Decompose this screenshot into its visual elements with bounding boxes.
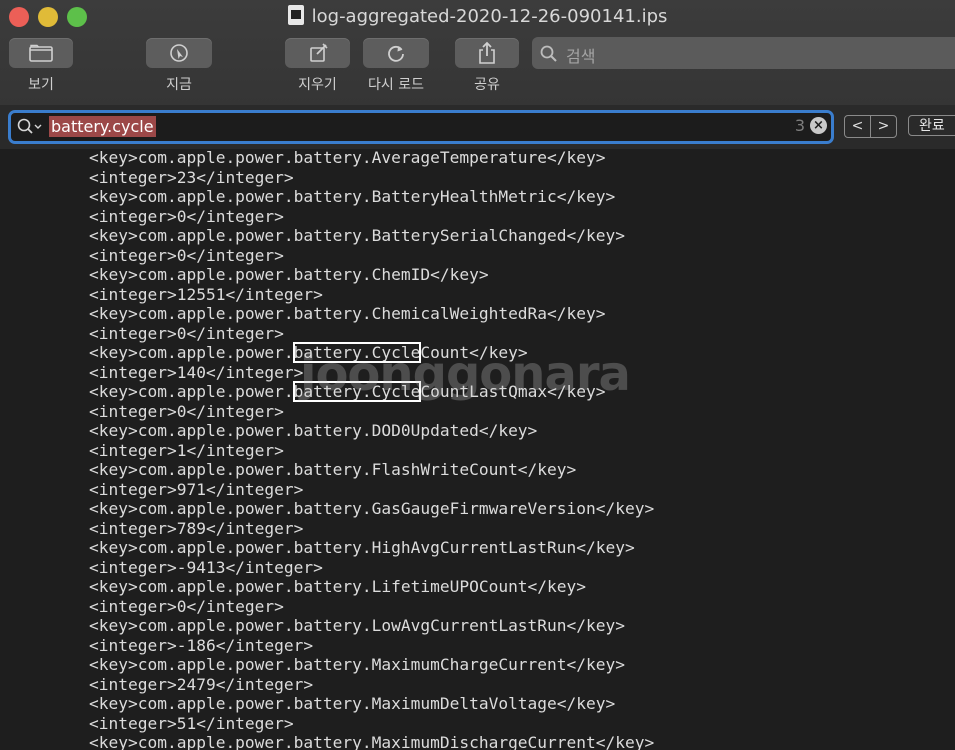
log-line: <integer>2479</integer>: [89, 674, 314, 694]
search-icon: [540, 45, 557, 62]
done-button[interactable]: 완료: [908, 115, 955, 136]
log-line: <key>com.apple.power.battery.MaximumChar…: [89, 655, 626, 674]
log-line: <integer>-186</integer>: [89, 635, 314, 655]
watermark: joonggonara: [300, 346, 631, 402]
log-line: <integer>0</integer>: [89, 245, 284, 265]
find-input[interactable]: battery.cycle 3 ×: [8, 110, 834, 144]
match-count: 3: [794, 116, 805, 135]
next-match-button[interactable]: >: [871, 116, 896, 137]
document-icon: [287, 5, 304, 25]
clear-log-icon: [309, 43, 328, 62]
log-line: <key>com.apple.power.battery.BatterySeri…: [89, 226, 626, 245]
toolbar-search-field[interactable]: 검색: [532, 37, 955, 69]
sidebar-folder-icon: [29, 44, 53, 62]
log-line: <key>com.apple.power.battery.GasGaugeFir…: [89, 499, 655, 518]
log-line: <integer>51</integer>: [89, 713, 294, 733]
log-line: <key>com.apple.power.battery.LifetimeUPO…: [89, 577, 587, 596]
log-line: <integer>12551</integer>: [89, 284, 323, 304]
view-label: 보기: [28, 77, 54, 93]
log-line: <integer>789</integer>: [89, 518, 304, 538]
find-query-text: battery.cycle: [49, 116, 156, 137]
search-placeholder: 검색: [566, 47, 596, 66]
log-line: <key>com.apple.power.battery.ChemID</key…: [89, 265, 489, 284]
clear-label: 지우기: [298, 77, 337, 93]
share-label: 공유: [474, 77, 500, 93]
previous-match-button[interactable]: <: [845, 116, 871, 137]
log-line: <integer>23</integer>: [89, 167, 294, 187]
log-line: <key>com.apple.power.battery.FlashWriteC…: [89, 460, 577, 479]
log-line: <integer>1</integer>: [89, 440, 284, 460]
log-line: <key>com.apple.power.battery.HighAvgCurr…: [89, 538, 635, 557]
log-line: <integer>0</integer>: [89, 401, 284, 421]
log-line: <key>com.apple.power.battery.DOD0Updated…: [89, 421, 538, 440]
find-options-search-icon[interactable]: [17, 118, 43, 136]
jump-to-now-icon: [170, 44, 188, 62]
log-line-prefix: <key>com.apple.power.: [89, 382, 294, 401]
log-line: <integer>971</integer>: [89, 479, 304, 499]
log-line: <key>com.apple.power.battery.MaximumDisc…: [89, 733, 655, 750]
log-line-prefix: <key>com.apple.power.: [89, 343, 294, 362]
clear-find-icon[interactable]: ×: [810, 117, 827, 134]
reload-icon: [388, 45, 404, 62]
reload-button[interactable]: [363, 38, 429, 68]
log-text-view[interactable]: <key>com.apple.power.battery.AverageTemp…: [0, 149, 955, 750]
now-label: 지금: [166, 77, 192, 93]
share-button[interactable]: [455, 38, 519, 68]
share-icon: [479, 41, 495, 64]
now-button[interactable]: [146, 38, 212, 68]
clear-button[interactable]: [285, 38, 350, 68]
log-line: <key>com.apple.power.battery.ChemicalWei…: [89, 304, 606, 323]
log-line: <integer>140</integer>: [89, 362, 304, 382]
log-line: <key>com.apple.power.battery.BatteryHeal…: [89, 187, 616, 206]
log-line: <integer>-9413</integer>: [89, 557, 323, 577]
log-line: <key>com.apple.power.battery.AverageTemp…: [89, 149, 606, 167]
log-line: <integer>0</integer>: [89, 596, 284, 616]
find-bar: battery.cycle 3 ×: [0, 105, 955, 150]
window-title: log-aggregated-2020-12-26-090141.ips: [0, 5, 955, 29]
find-navigation: < >: [844, 115, 897, 138]
window-title-text: log-aggregated-2020-12-26-090141.ips: [311, 6, 668, 27]
log-line: <key>com.apple.power.battery.MaximumDelt…: [89, 694, 616, 713]
view-button[interactable]: [9, 38, 73, 68]
log-line: <key>com.apple.power.battery.LowAvgCurre…: [89, 616, 626, 635]
log-line: <integer>0</integer>: [89, 323, 284, 343]
reload-label: 다시 로드: [368, 77, 424, 93]
log-line: <integer>0</integer>: [89, 206, 284, 226]
window-toolbar: log-aggregated-2020-12-26-090141.ips 보기 …: [0, 0, 955, 105]
